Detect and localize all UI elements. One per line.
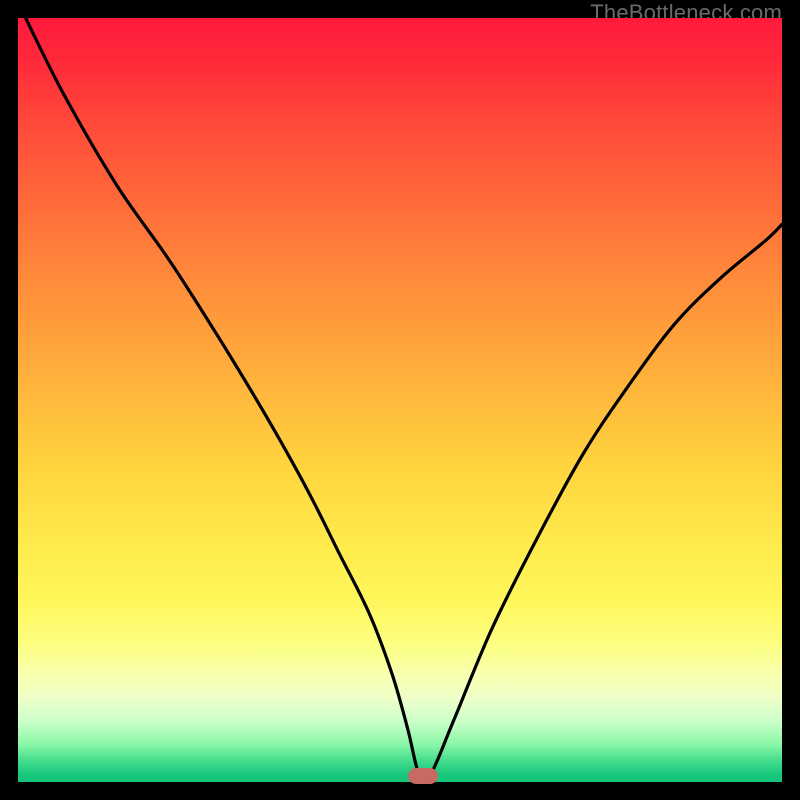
bottleneck-curve [18,18,782,782]
chart-frame: TheBottleneck.com [0,0,800,800]
plot-area [18,18,782,782]
curve-path [26,18,782,781]
optimal-marker [408,768,438,784]
